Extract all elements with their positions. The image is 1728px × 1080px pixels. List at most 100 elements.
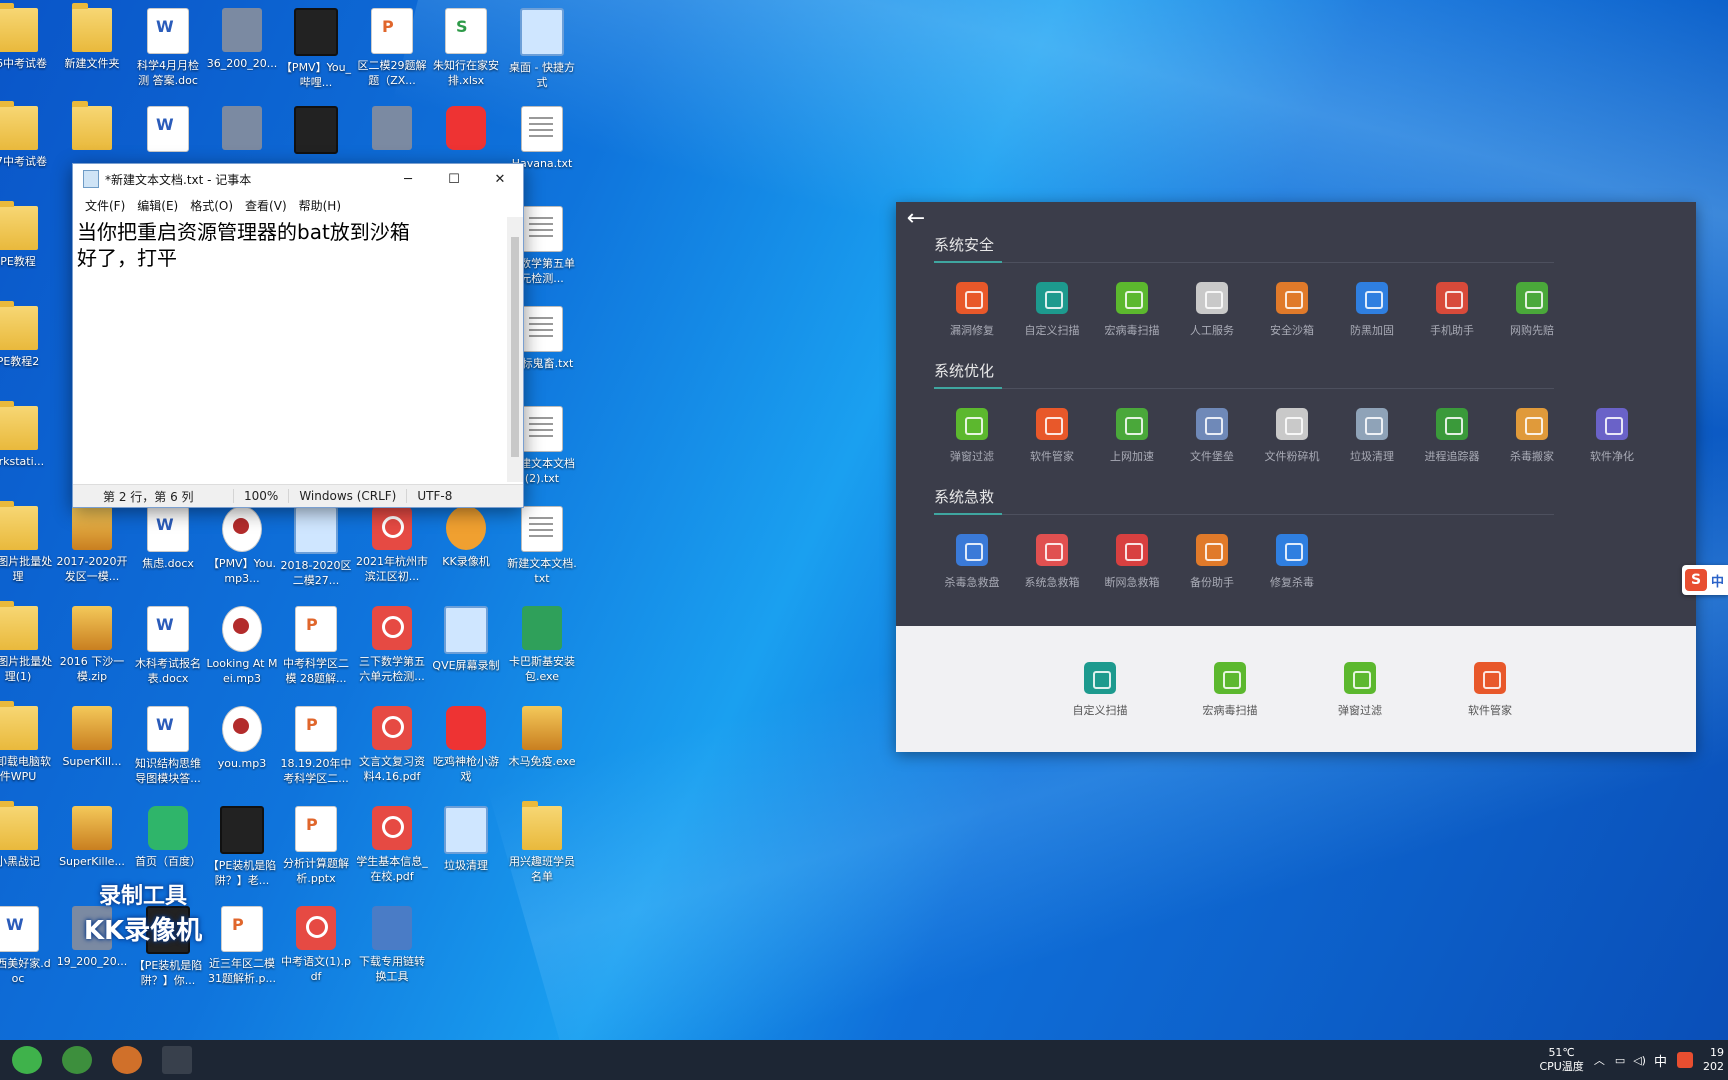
tool-button[interactable]: 人工服务 — [1172, 282, 1252, 338]
desktop-icon[interactable]: 【PMV】You.mp3... — [206, 498, 278, 596]
desktop-icon-label: 小黑战记 — [0, 855, 40, 868]
desktop-icon-label: 用兴趣班学员名单 — [509, 855, 575, 883]
desktop-icon[interactable]: orkstati... — [0, 398, 54, 496]
desktop-icon[interactable]: 焦虑.docx — [132, 498, 204, 596]
menu-view[interactable]: 查看(V) — [239, 194, 293, 216]
desktop-icon[interactable]: 17中考试卷 — [0, 98, 54, 196]
tool-button[interactable]: 弹窗过滤 — [932, 408, 1012, 464]
desktop-icon[interactable]: 2017-2020开发区一模... — [56, 498, 128, 596]
tool-button[interactable]: 垃圾清理 — [1332, 408, 1412, 464]
pinned-tool-button[interactable]: 软件管家 — [1450, 662, 1530, 718]
pinned-tool-button[interactable]: 宏病毒扫描 — [1190, 662, 1270, 718]
desktop-icon[interactable]: 桌面 - 快捷方式 — [506, 0, 578, 98]
rar-icon — [72, 506, 112, 550]
desktop-icon[interactable]: 新建文本文档.txt — [506, 498, 578, 596]
desktop-icon[interactable]: 16中考试卷 — [0, 0, 54, 98]
desktop-icon[interactable]: Looking At Mei.mp3 — [206, 598, 278, 696]
maximize-button[interactable]: ☐ — [431, 164, 477, 194]
desktop-icon[interactable]: PE教程2 — [0, 298, 54, 396]
desktop-icon[interactable]: 新建文件夹 — [56, 0, 128, 98]
desktop-icon[interactable]: 中考语文(1).pdf — [280, 898, 352, 996]
clock-date[interactable]: 202 — [1703, 1060, 1724, 1074]
tool-button[interactable]: 断网急救箱 — [1092, 534, 1172, 590]
desktop-icon[interactable]: 学生基本信息_在校.pdf — [356, 798, 428, 896]
desktop-icon[interactable]: 区二模29题解题（ZX... — [356, 0, 428, 98]
volume-icon[interactable]: ◁) — [1633, 1054, 1646, 1067]
desktop-icon[interactable]: 卡巴斯基安装包.exe — [506, 598, 578, 696]
chevron-up-icon[interactable]: ︿ — [1594, 1052, 1605, 1068]
tool-button[interactable]: 网购先赔 — [1492, 282, 1572, 338]
tool-button[interactable]: 文件粉碎机 — [1252, 408, 1332, 464]
notepad-titlebar[interactable]: *新建文本文档.txt - 记事本 ─ ☐ ✕ — [73, 164, 523, 194]
desktop-icon[interactable]: 2018-2020区二模27... — [280, 498, 352, 596]
desktop-icon[interactable]: 下载专用链转换工具 — [356, 898, 428, 996]
desktop-icon[interactable]: KK录像机 — [430, 498, 502, 596]
menu-help[interactable]: 帮助(H) — [293, 194, 347, 216]
menu-format[interactable]: 格式(O) — [184, 194, 239, 216]
notepad-icon[interactable] — [162, 1046, 192, 1074]
desktop-icon-label: 朱知行在家安排.xlsx — [433, 59, 499, 87]
desktop-icon[interactable]: SuperKill... — [56, 698, 128, 796]
desktop-icon[interactable]: 木马免疫.exe — [506, 698, 578, 796]
360-icon[interactable] — [12, 1046, 42, 1074]
shield-icon[interactable] — [62, 1046, 92, 1074]
vertical-scrollbar[interactable] — [507, 217, 523, 482]
desktop-icon[interactable]: 木科考试报名表.docx — [132, 598, 204, 696]
tool-button[interactable]: 安全沙箱 — [1252, 282, 1332, 338]
desktop-icon[interactable]: 2021年杭州市滨江区初... — [356, 498, 428, 596]
desktop-icon[interactable]: PS图片批量处理 — [0, 498, 54, 596]
tool-button[interactable]: 软件管家 — [1012, 408, 1092, 464]
desktop-icon[interactable]: 朱知行在家安排.xlsx — [430, 0, 502, 98]
tool-button[interactable]: 进程追踪器 — [1412, 408, 1492, 464]
tool-button[interactable]: 杀毒急救盘 — [932, 534, 1012, 590]
desktop-icon[interactable]: 吃鸡神枪小游戏 — [430, 698, 502, 796]
pinned-tool-button[interactable]: 自定义扫描 — [1060, 662, 1140, 718]
sogou-tray-icon[interactable] — [1677, 1052, 1693, 1068]
tool-button[interactable]: 文件堡垒 — [1172, 408, 1252, 464]
desktop-icon[interactable]: 江西美好家.doc — [0, 898, 54, 996]
menu-edit[interactable]: 编辑(E) — [131, 194, 184, 216]
notepad-window[interactable]: *新建文本文档.txt - 记事本 ─ ☐ ✕ 文件(F) 编辑(E) 格式(O… — [72, 163, 524, 508]
desktop-icon[interactable]: 36_200_20... — [206, 0, 278, 98]
tool-button[interactable]: 上网加速 — [1092, 408, 1172, 464]
clock-time[interactable]: 19 — [1703, 1046, 1724, 1060]
back-arrow-icon[interactable]: ← — [896, 202, 936, 236]
tool-button[interactable]: 备份助手 — [1172, 534, 1252, 590]
desktop-icon[interactable]: 用兴趣班学员名单 — [506, 798, 578, 896]
desktop-icon[interactable]: PS图片批量处理(1) — [0, 598, 54, 696]
desktop-icon[interactable]: 18.19.20年中考科学区二... — [280, 698, 352, 796]
tool-button[interactable]: 宏病毒扫描 — [1092, 282, 1172, 338]
desktop-icon[interactable]: 垃圾清理 — [430, 798, 502, 896]
desktop-icon[interactable]: 中考科学区二模 28题解... — [280, 598, 352, 696]
desktop-icon[interactable]: you.mp3 — [206, 698, 278, 796]
tool-button[interactable]: 修复杀毒 — [1252, 534, 1332, 590]
tool-button[interactable]: 漏洞修复 — [932, 282, 1012, 338]
tool-button[interactable]: 软件净化 — [1572, 408, 1652, 464]
folder-icon — [72, 3, 112, 52]
network-icon[interactable]: ▭ — [1615, 1054, 1625, 1067]
ime-indicator[interactable]: 中 — [1654, 1051, 1667, 1070]
desktop-icon[interactable]: QVE屏幕录制 — [430, 598, 502, 696]
desktop-icon[interactable]: 科学4月月检测 答案.doc — [132, 0, 204, 98]
desktop-icon[interactable]: 分析计算题解析.pptx — [280, 798, 352, 896]
kk-recorder-icon[interactable] — [112, 1046, 142, 1074]
tool-button[interactable]: 手机助手 — [1412, 282, 1492, 338]
tool-button[interactable]: 自定义扫描 — [1012, 282, 1092, 338]
desktop-icon[interactable]: 小黑战记 — [0, 798, 54, 896]
desktop-icon[interactable]: 知识结构思维导图模块答... — [132, 698, 204, 796]
menu-file[interactable]: 文件(F) — [79, 194, 131, 216]
desktop-icon[interactable]: PE教程 — [0, 198, 54, 296]
minimize-button[interactable]: ─ — [385, 164, 431, 194]
tool-button[interactable]: 杀毒搬家 — [1492, 408, 1572, 464]
tool-button[interactable]: 系统急救箱 — [1012, 534, 1092, 590]
text-editor[interactable]: 当你把重启资源管理器的bat放到沙箱 好了，打平 — [73, 217, 513, 486]
desktop-icon[interactable]: 三下数学第五六单元检测... — [356, 598, 428, 696]
desktop-icon[interactable]: 净卸载电脑软件WPU — [0, 698, 54, 796]
pinned-tool-button[interactable]: 弹窗过滤 — [1320, 662, 1400, 718]
tool-button[interactable]: 防黑加固 — [1332, 282, 1412, 338]
desktop-icon[interactable]: 【PMV】You_哔哩... — [280, 0, 352, 98]
desktop-icon[interactable]: 文言文复习资料4.16.pdf — [356, 698, 428, 796]
sogou-ime-bar[interactable]: S 中 — [1682, 565, 1728, 595]
close-button[interactable]: ✕ — [477, 164, 523, 194]
desktop-icon[interactable]: 2016 下沙一模.zip — [56, 598, 128, 696]
